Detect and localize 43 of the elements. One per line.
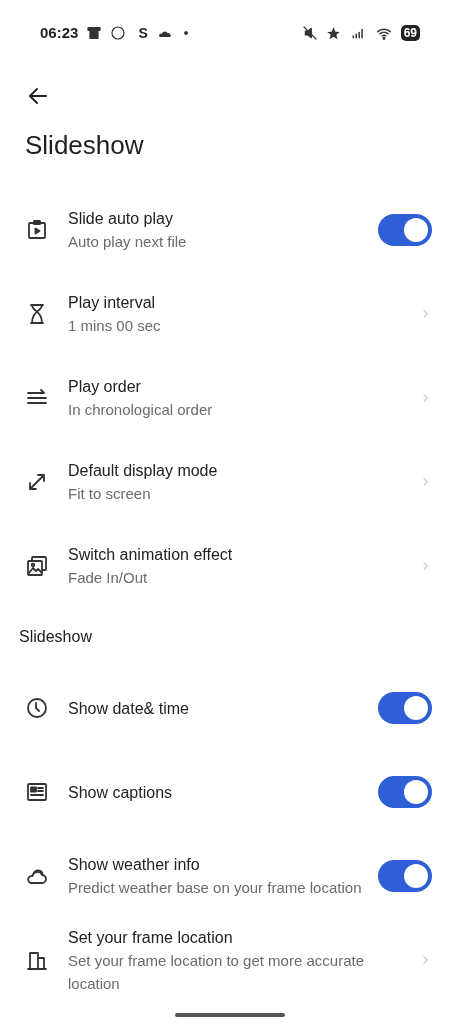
setting-row[interactable]: Play interval 1 mins 00 sec bbox=[0, 272, 460, 356]
setting-description: In chronological order bbox=[68, 400, 214, 420]
mute-icon bbox=[301, 25, 318, 41]
setting-title: Show captions bbox=[68, 782, 174, 803]
toggle-switch[interactable] bbox=[378, 860, 432, 892]
setting-description: Fade In/Out bbox=[68, 568, 149, 588]
section-title: Slideshow bbox=[19, 627, 92, 647]
setting-description: Set your frame location to get more accurate location bbox=[68, 950, 365, 994]
circle-icon bbox=[110, 25, 127, 41]
setting-title: Play order bbox=[68, 377, 142, 397]
setting-row[interactable]: Show weather info Predict weather base on your frame location bbox=[0, 834, 460, 918]
setting-row[interactable]: Show date& time bbox=[0, 666, 460, 750]
setting-row[interactable]: Slide auto play Auto play next file bbox=[0, 188, 460, 272]
star-icon bbox=[325, 25, 341, 41]
setting-row[interactable]: Set your frame location Set your frame location to get more accurate location bbox=[0, 918, 460, 1002]
dot-icon bbox=[181, 29, 190, 37]
setting-description: 1 mins 00 sec bbox=[68, 316, 162, 336]
clock-icon bbox=[25, 696, 49, 720]
setting-row[interactable]: Default display mode Fit to screen bbox=[0, 440, 460, 524]
setting-title: Show date& time bbox=[68, 698, 190, 719]
toggle-switch[interactable] bbox=[378, 776, 432, 808]
toggle-switch[interactable] bbox=[378, 214, 432, 246]
setting-title: Show weather info bbox=[68, 855, 201, 875]
notification-letter: S bbox=[138, 23, 148, 43]
setting-description: Fit to screen bbox=[68, 484, 152, 504]
captions-icon bbox=[25, 780, 49, 804]
page-title: Slideshow bbox=[25, 129, 145, 162]
setting-title: Switch animation effect bbox=[68, 545, 234, 565]
setting-row[interactable]: Play order In chronological order bbox=[0, 356, 460, 440]
setting-title: Slide auto play bbox=[68, 209, 174, 229]
images-icon bbox=[25, 554, 49, 578]
battery-icon: 69 bbox=[400, 25, 420, 41]
slideshow-icon bbox=[25, 218, 49, 242]
setting-description: Auto play next file bbox=[68, 232, 188, 252]
setting-title: Set your frame location bbox=[68, 927, 234, 948]
setting-description: Predict weather base on your frame location bbox=[68, 878, 363, 898]
status-time: 06:23 bbox=[40, 22, 79, 43]
setting-title: Play interval bbox=[68, 293, 157, 313]
setting-row[interactable]: Show captions bbox=[0, 750, 460, 834]
setting-row[interactable]: Switch animation effect Fade In/Out bbox=[0, 524, 460, 608]
toggle-switch[interactable] bbox=[378, 692, 432, 724]
setting-title: Default display mode bbox=[68, 461, 219, 481]
notification-icon bbox=[86, 24, 103, 42]
